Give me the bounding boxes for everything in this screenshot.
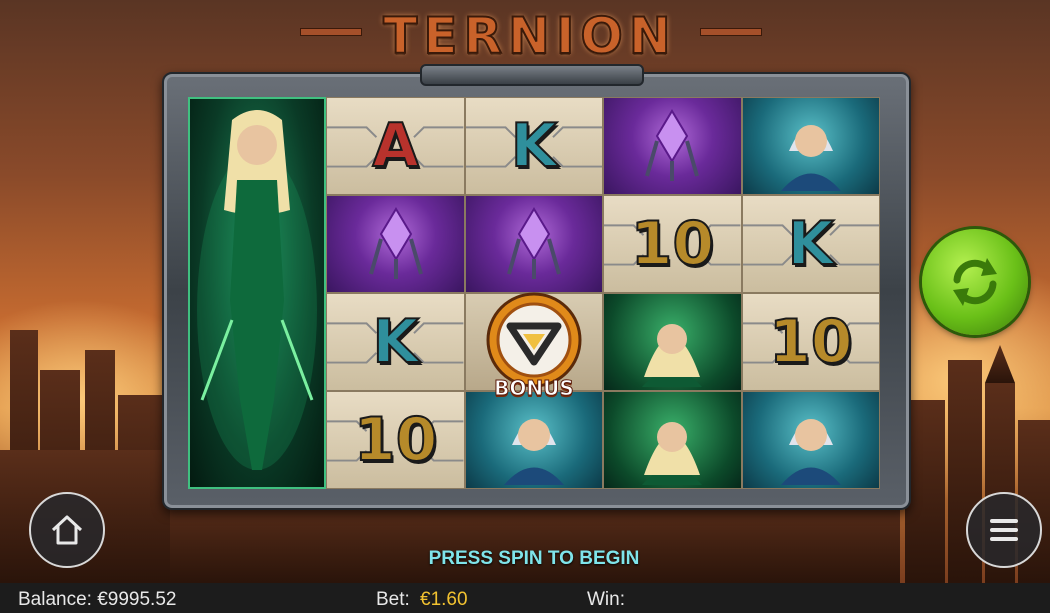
green-heroine-symbol xyxy=(197,110,318,470)
crystal-icon xyxy=(645,109,700,181)
symbol-k: K xyxy=(510,110,558,182)
green-heroine-icon xyxy=(642,324,703,387)
crystal-symbol xyxy=(326,195,465,293)
symbol-a: A xyxy=(371,110,419,182)
reel-cell: K xyxy=(741,195,880,293)
hamburger-menu-icon xyxy=(990,519,1018,541)
reel-frame-top xyxy=(420,64,644,86)
bonus-label: BONUS xyxy=(494,376,575,401)
bet-value[interactable]: €1.60 xyxy=(420,589,468,611)
bonus-emblem-icon xyxy=(486,292,582,388)
symbol-10: 10 xyxy=(768,306,853,378)
bet-label: Bet: xyxy=(376,589,410,610)
home-icon xyxy=(51,515,83,545)
silver-heroine-symbol xyxy=(741,97,880,195)
reel-cell: 10 xyxy=(603,195,742,293)
crystal-symbol xyxy=(603,97,742,195)
status-bar: Balance: €9995.52 Bet: €1.60 Win: xyxy=(0,583,1050,613)
symbol-10: 10 xyxy=(353,404,438,476)
crystal-icon xyxy=(507,207,561,279)
green-heroine-symbol xyxy=(603,293,742,391)
bonus-symbol: BONUS xyxy=(463,290,605,410)
reel-cell: 10 xyxy=(326,391,465,489)
balance-label: Balance: €9995.52 xyxy=(18,589,177,610)
crystal-symbol xyxy=(464,195,604,293)
symbol-10: 10 xyxy=(630,208,715,280)
silver-heroine-symbol xyxy=(741,391,880,489)
symbol-k: K xyxy=(787,208,835,280)
green-heroine-icon xyxy=(642,422,703,485)
reel-cell: 10 xyxy=(741,293,880,391)
crystal-icon xyxy=(368,207,423,279)
silver-heroine-icon xyxy=(780,419,841,485)
spin-button[interactable] xyxy=(922,229,1028,335)
win-label: Win: xyxy=(587,589,625,610)
game-scene: TERNION A K 10 K K 10 10 BONUS PRESS SPI… xyxy=(0,0,1050,583)
reel-cell: K xyxy=(464,97,604,195)
reel-cell: K xyxy=(326,293,465,391)
symbol-k: K xyxy=(371,306,419,378)
game-logo: TERNION xyxy=(320,6,740,66)
status-prompt: PRESS SPIN TO BEGIN xyxy=(428,548,640,569)
character-symbol-expanded xyxy=(188,97,327,489)
silver-heroine-icon xyxy=(780,125,841,191)
reel-cell: A xyxy=(326,97,465,195)
spin-arrows-icon xyxy=(953,258,997,306)
game-title: TERNION xyxy=(382,6,677,66)
green-heroine-symbol xyxy=(603,391,742,489)
